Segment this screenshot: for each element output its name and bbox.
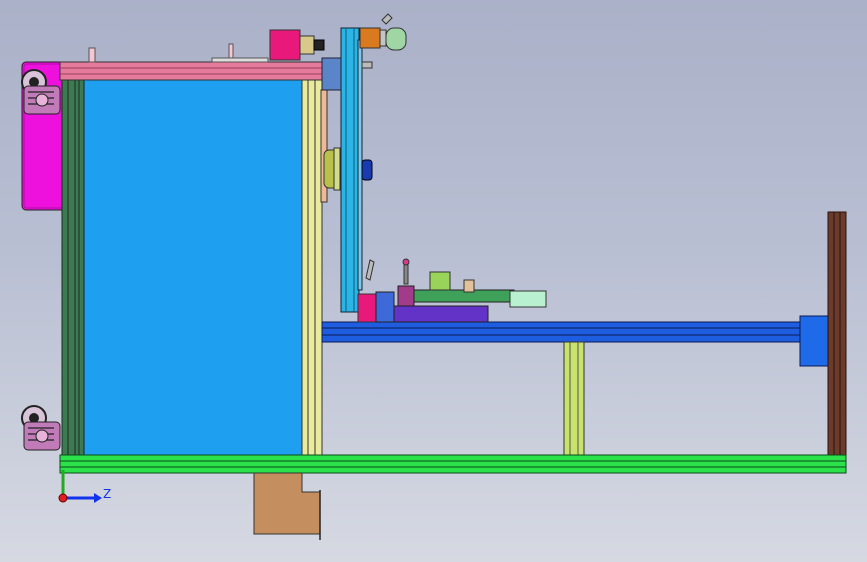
- z-axis-label: Z: [103, 487, 111, 501]
- assembly-drawing: Z: [21, 13, 847, 540]
- vertical-column: [340, 27, 363, 313]
- top-knob-assembly: [359, 13, 407, 69]
- end-post: [827, 211, 847, 457]
- axis-triad-icon: Z: [58, 470, 111, 503]
- top-actuator: [269, 29, 325, 61]
- support-leg: [563, 341, 585, 457]
- cad-viewport[interactable]: Z: [0, 0, 867, 562]
- left-frame-post: [61, 77, 85, 457]
- base-frame: [59, 454, 847, 474]
- bottom-bracket: [253, 472, 321, 540]
- slider-fixture: [357, 258, 547, 323]
- caster-wheel-bottom: [21, 405, 61, 451]
- right-frame-post: [301, 77, 328, 457]
- cabinet-panel: [83, 79, 304, 457]
